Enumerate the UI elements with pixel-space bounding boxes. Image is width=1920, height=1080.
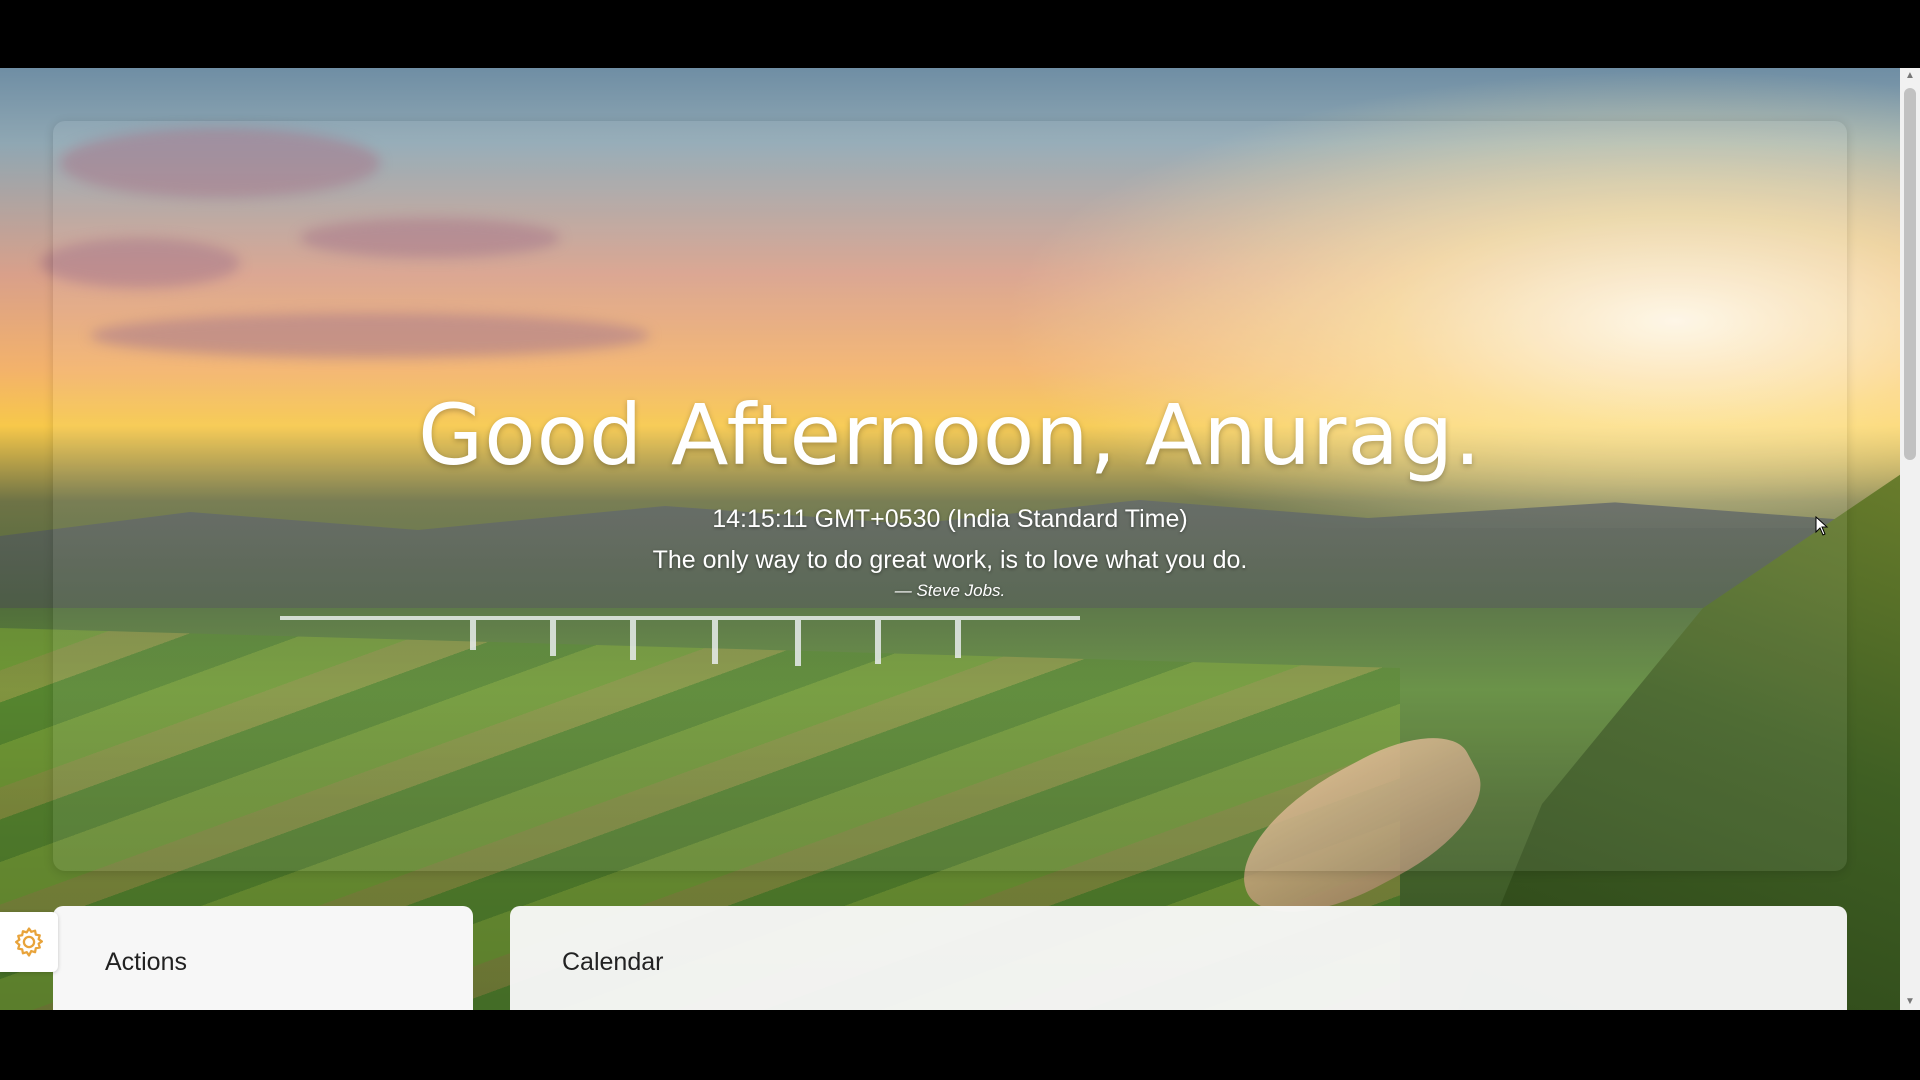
gear-icon bbox=[14, 927, 44, 957]
window-bottom-bar bbox=[0, 1010, 1920, 1080]
mouse-pointer-icon bbox=[1815, 516, 1829, 536]
vertical-scrollbar[interactable]: ▲ ▼ bbox=[1900, 68, 1920, 1010]
chevron-up-icon[interactable]: ▲ bbox=[1900, 68, 1920, 84]
calendar-card: Calendar bbox=[510, 906, 1847, 1010]
window-top-bar bbox=[0, 0, 1920, 68]
chevron-down-icon[interactable]: ▼ bbox=[1900, 994, 1920, 1010]
actions-card-title: Actions bbox=[105, 948, 187, 976]
clock-text: 14:15:11 GMT+0530 (India Standard Time) bbox=[712, 505, 1188, 533]
actions-card: Actions bbox=[53, 906, 473, 1010]
calendar-card-title: Calendar bbox=[562, 948, 664, 976]
hero-panel bbox=[53, 121, 1847, 871]
page-viewport: Good Afternoon, Anurag. 14:15:11 GMT+053… bbox=[0, 68, 1900, 1010]
greeting-heading: Good Afternoon, Anurag. bbox=[418, 386, 1482, 484]
scrollbar-thumb[interactable] bbox=[1904, 88, 1916, 460]
settings-button[interactable] bbox=[0, 912, 58, 972]
quote-author: — Steve Jobs. bbox=[894, 581, 1006, 600]
quote-text: The only way to do great work, is to lov… bbox=[652, 546, 1248, 574]
